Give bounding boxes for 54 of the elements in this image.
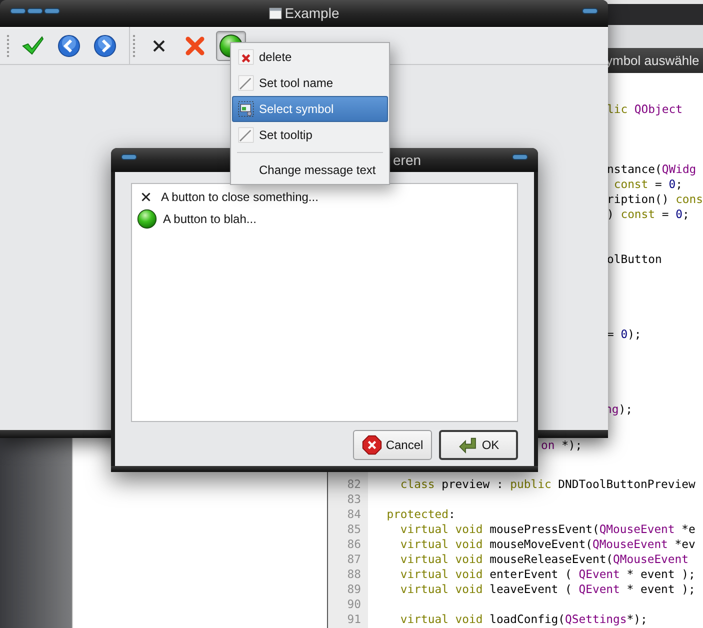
code-line: protected: [386, 507, 456, 522]
line-number: 91 [346, 612, 362, 627]
list-item[interactable]: A button to blah... [135, 209, 514, 229]
line-number: 86 [346, 537, 362, 552]
line-number: 82 [346, 477, 362, 492]
window-control-button[interactable] [27, 8, 43, 14]
editor-tab-title[interactable]: ymbol auswähle [606, 50, 700, 70]
window-control-button[interactable] [582, 8, 598, 14]
code-line: ription() cons [607, 192, 703, 207]
line-number: 89 [346, 582, 362, 597]
code-line: ) const = 0; [607, 207, 690, 222]
pencil-icon [238, 75, 254, 91]
window-control-button[interactable] [512, 154, 528, 160]
code-line: virtual void mousePressEvent(QMouseEvent *e [399, 522, 696, 537]
line-number: 87 [346, 552, 362, 567]
line-number: 85 [346, 522, 362, 537]
code-line: nstance(QWidg [607, 162, 696, 177]
toolbar-grip[interactable] [133, 35, 136, 57]
window-control-button[interactable] [121, 154, 137, 160]
window-icon [268, 7, 282, 20]
code-line: on *); [541, 438, 582, 453]
menu-item[interactable]: Change message text [232, 157, 388, 183]
code-line: olButton [607, 252, 662, 267]
x-icon [183, 34, 207, 58]
image-icon [238, 101, 254, 117]
ok-button[interactable]: OK [439, 430, 518, 460]
line-number: 88 [346, 567, 362, 582]
code-line: lic QObject [607, 102, 682, 117]
line-number: 90 [346, 597, 362, 612]
menu-item[interactable]: Set tooltip [232, 122, 388, 148]
window-title: Example [284, 4, 340, 23]
menu-item[interactable]: delete [232, 44, 388, 70]
menu-item[interactable]: Select symbol [232, 96, 388, 122]
menu-item[interactable]: Set tool name [232, 70, 388, 96]
line-number: 83 [346, 492, 362, 507]
return-arrow-icon [458, 435, 478, 455]
x-icon [238, 49, 254, 65]
code-line: class preview : public DNDToolButtonPreview [399, 477, 696, 492]
ball-icon [137, 209, 157, 229]
dialog-title: eren [393, 150, 422, 170]
cancel-button[interactable]: Cancel [353, 430, 432, 460]
code-line: virtual void leaveEvent ( QEvent * event ); [399, 582, 696, 597]
code-line: virtual void loadConfig(QSettings*); [399, 612, 648, 627]
code-line: const = 0; [612, 177, 682, 192]
code-line: virtual void enterEvent ( QEvent * event ); [399, 567, 696, 582]
list-item[interactable]: A button to close something... [135, 187, 514, 207]
window-control-button[interactable] [44, 8, 60, 14]
line-number: 84 [346, 507, 362, 522]
code-line: virtual void mouseMoveEvent(QMouseEvent *ev [399, 537, 696, 552]
code-line: virtual void mouseReleaseEvent(QMouseEvent [399, 552, 688, 567]
stop-sign-icon [362, 435, 382, 455]
pencil-icon [238, 127, 254, 143]
window-control-button[interactable] [10, 8, 26, 14]
toolbar-grip[interactable] [7, 35, 10, 57]
